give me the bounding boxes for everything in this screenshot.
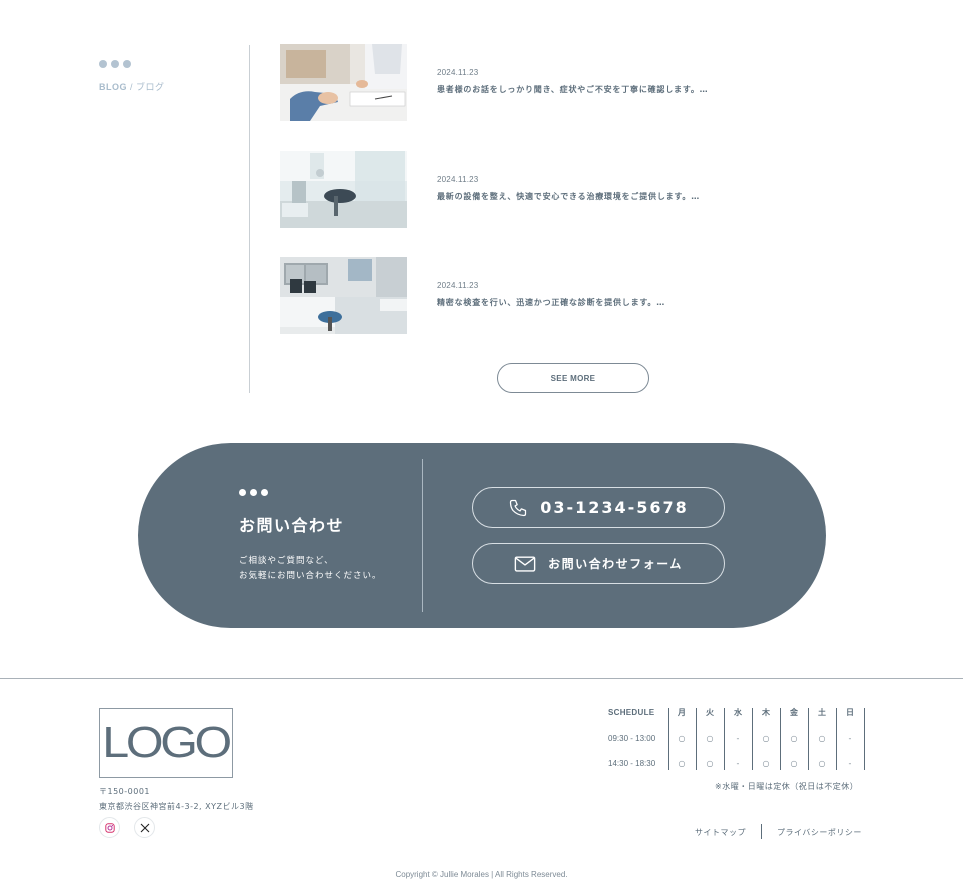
phone-number: 03-1234-5678 bbox=[540, 498, 689, 517]
schedule-cell: - bbox=[848, 759, 852, 768]
schedule-time: 09:30 - 13:00 bbox=[608, 734, 656, 743]
schedule-cell: ○ bbox=[706, 759, 714, 768]
post-date: 2024.11.23 bbox=[437, 175, 479, 184]
schedule-cell: ○ bbox=[706, 734, 714, 743]
phone-icon bbox=[508, 498, 528, 518]
schedule-cell: - bbox=[736, 734, 740, 743]
schedule-day: 日 bbox=[846, 708, 854, 717]
post-date: 2024.11.23 bbox=[437, 68, 479, 77]
schedule-day: 木 bbox=[762, 708, 770, 717]
footer-divider bbox=[0, 678, 963, 679]
schedule-note: ※水曜・日曜は定休（祝日は不定休） bbox=[715, 782, 859, 791]
contact-description: ご相談やご質問など、 お気軽にお問い合わせください。 bbox=[239, 554, 382, 584]
schedule-cell: - bbox=[736, 759, 740, 768]
schedule-cell: ○ bbox=[678, 759, 686, 768]
post-thumbnail-consultation[interactable] bbox=[280, 44, 407, 121]
contact-dots-decoration bbox=[239, 489, 268, 496]
schedule-cell: ○ bbox=[762, 759, 770, 768]
schedule-cell: ○ bbox=[790, 759, 798, 768]
mail-icon bbox=[514, 555, 536, 573]
schedule-cell: ○ bbox=[818, 759, 826, 768]
x-link[interactable] bbox=[134, 817, 155, 838]
post-excerpt[interactable]: 精密な検査を行い、迅速かつ正確な診断を提供します。… bbox=[437, 297, 665, 308]
post-excerpt[interactable]: 患者様のお話をしっかり聞き、症状やご不安を丁寧に確認します。… bbox=[437, 84, 708, 95]
schedule-day: 土 bbox=[818, 708, 826, 717]
instagram-icon bbox=[104, 818, 115, 837]
contact-divider bbox=[422, 459, 423, 612]
contact-desc-line-2: お気軽にお問い合わせください。 bbox=[239, 571, 382, 581]
schedule-label: SCHEDULE bbox=[608, 708, 655, 717]
schedule-cell: ○ bbox=[678, 734, 686, 743]
footer-logo[interactable]: LOGO bbox=[99, 708, 233, 778]
schedule-day: 火 bbox=[706, 708, 714, 717]
contact-form-label: お問い合わせフォーム bbox=[548, 557, 683, 571]
contact-section: お問い合わせ ご相談やご質問など、 お気軽にお問い合わせください。 03-123… bbox=[138, 443, 826, 628]
see-more-button[interactable]: SEE MORE bbox=[497, 363, 649, 393]
address: 東京都渋谷区神宮前4-3-2, XYZビル3階 bbox=[99, 802, 254, 811]
post-thumbnail-treatment-room[interactable] bbox=[280, 151, 407, 228]
schedule-day: 月 bbox=[678, 708, 686, 717]
blog-post-2[interactable]: 2024.11.23 最新の設備を整え、快適で安心できる治療環境をご提供します。… bbox=[280, 151, 740, 228]
schedule-day: 水 bbox=[734, 708, 742, 717]
blog-divider bbox=[249, 45, 250, 393]
schedule-time: 14:30 - 18:30 bbox=[608, 759, 656, 768]
blog-dots-decoration bbox=[99, 60, 131, 68]
schedule-cell: ○ bbox=[818, 734, 826, 743]
instagram-link[interactable] bbox=[99, 817, 120, 838]
blog-post-3[interactable]: 2024.11.23 精密な検査を行い、迅速かつ正確な診断を提供します。… bbox=[280, 257, 740, 334]
post-thumbnail-exam-room[interactable] bbox=[280, 257, 407, 334]
blog-section-label: BLOG / ブログ bbox=[99, 80, 165, 93]
sitemap-link[interactable]: サイトマップ bbox=[695, 827, 746, 838]
logo-text: LOGO bbox=[102, 718, 233, 767]
blog-post-1[interactable]: 2024.11.23 患者様のお話をしっかり聞き、症状やご不安を丁寧に確認します… bbox=[280, 44, 740, 121]
post-date: 2024.11.23 bbox=[437, 281, 479, 290]
schedule-cell: ○ bbox=[790, 734, 798, 743]
contact-desc-line-1: ご相談やご質問など、 bbox=[239, 556, 334, 566]
phone-button[interactable]: 03-1234-5678 bbox=[472, 487, 725, 528]
blog-label-en: BLOG bbox=[99, 82, 127, 92]
contact-form-button[interactable]: お問い合わせフォーム bbox=[472, 543, 725, 584]
schedule-cell: ○ bbox=[762, 734, 770, 743]
copyright: Copyright © Jullie Morales | All Rights … bbox=[395, 870, 568, 879]
blog-label-ja: ブログ bbox=[136, 82, 165, 92]
contact-title: お問い合わせ bbox=[239, 516, 345, 535]
blog-label-sep: / bbox=[127, 82, 137, 92]
privacy-policy-link[interactable]: プライバシーポリシー bbox=[777, 827, 862, 838]
schedule-day: 金 bbox=[790, 708, 798, 717]
postal-code: 〒150-0001 bbox=[99, 787, 151, 796]
schedule-cell: - bbox=[848, 734, 852, 743]
footer-link-separator bbox=[761, 824, 762, 839]
post-excerpt[interactable]: 最新の設備を整え、快適で安心できる治療環境をご提供します。… bbox=[437, 191, 700, 202]
x-icon bbox=[140, 818, 150, 837]
schedule-column-divider bbox=[864, 708, 865, 770]
